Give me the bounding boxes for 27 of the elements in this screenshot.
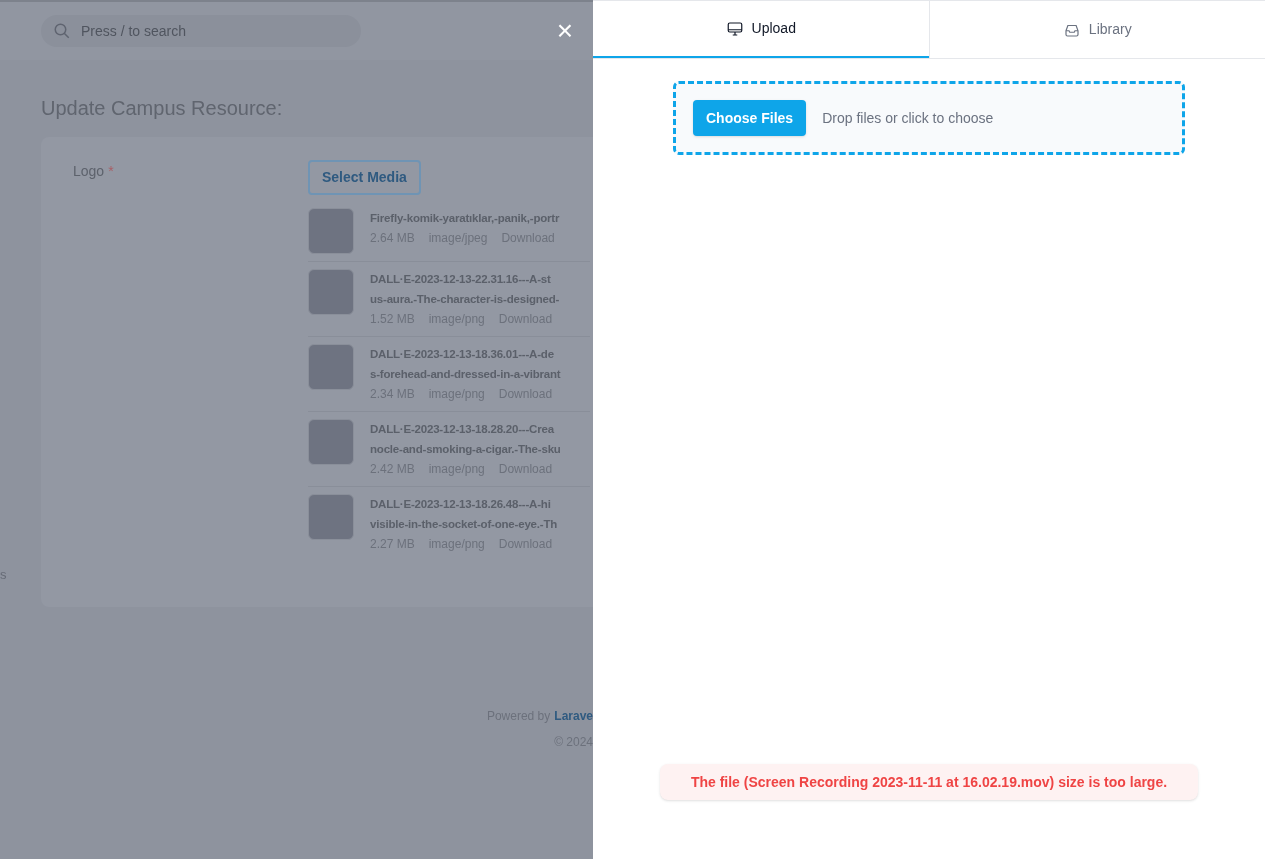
tab[interactable]: Upload bbox=[593, 1, 929, 58]
footer-link[interactable]: Larave bbox=[554, 707, 593, 725]
required-mark: * bbox=[108, 162, 114, 181]
search-field[interactable]: Press / to search bbox=[41, 15, 361, 47]
monitor-icon bbox=[725, 19, 744, 38]
image-thumbnail bbox=[308, 344, 354, 390]
choose-files-button[interactable]: Choose Files bbox=[693, 100, 807, 136]
drop-zone[interactable]: Choose Files Drop files or click to choose bbox=[673, 81, 1185, 155]
file-name: nocle-and-smoking-a-cigar.-The-sku bbox=[370, 442, 562, 457]
image-thumbnail bbox=[308, 494, 354, 540]
error-toast: The file (Screen Recording 2023-11-11 at 16.02.19.mov) size is too large. bbox=[660, 764, 1198, 800]
file-name: DALL·E-2023-12-13-18.26.48---A-hi bbox=[370, 497, 552, 512]
tab[interactable]: Library bbox=[928, 1, 1265, 58]
file-name: s-forehead-and-dressed-in-a-vibrant bbox=[370, 367, 562, 382]
file-name: visible-in-the-socket-of-one-eye.-Th bbox=[370, 517, 559, 532]
image-thumbnail bbox=[308, 419, 354, 465]
select-media-button[interactable]: Select Media bbox=[308, 160, 421, 195]
file-name: DALL·E-2023-12-13-22.31.16---A-st bbox=[370, 272, 552, 287]
image-thumbnail bbox=[308, 208, 354, 254]
search-icon bbox=[53, 22, 71, 40]
file-name: Firefly-komik-yaratıklar,-panik,-portr bbox=[370, 211, 561, 226]
image-thumbnail bbox=[308, 269, 354, 315]
drop-hint: Drop files or click to choose bbox=[822, 108, 994, 128]
file-name: us-aura.-The-character-is-designed- bbox=[370, 292, 561, 307]
close-button[interactable]: × bbox=[556, 17, 573, 45]
file-name: DALL·E-2023-12-13-18.36.01---A-de bbox=[370, 347, 555, 362]
file-name: DALL·E-2023-12-13-18.28.20---Crea bbox=[370, 422, 556, 437]
